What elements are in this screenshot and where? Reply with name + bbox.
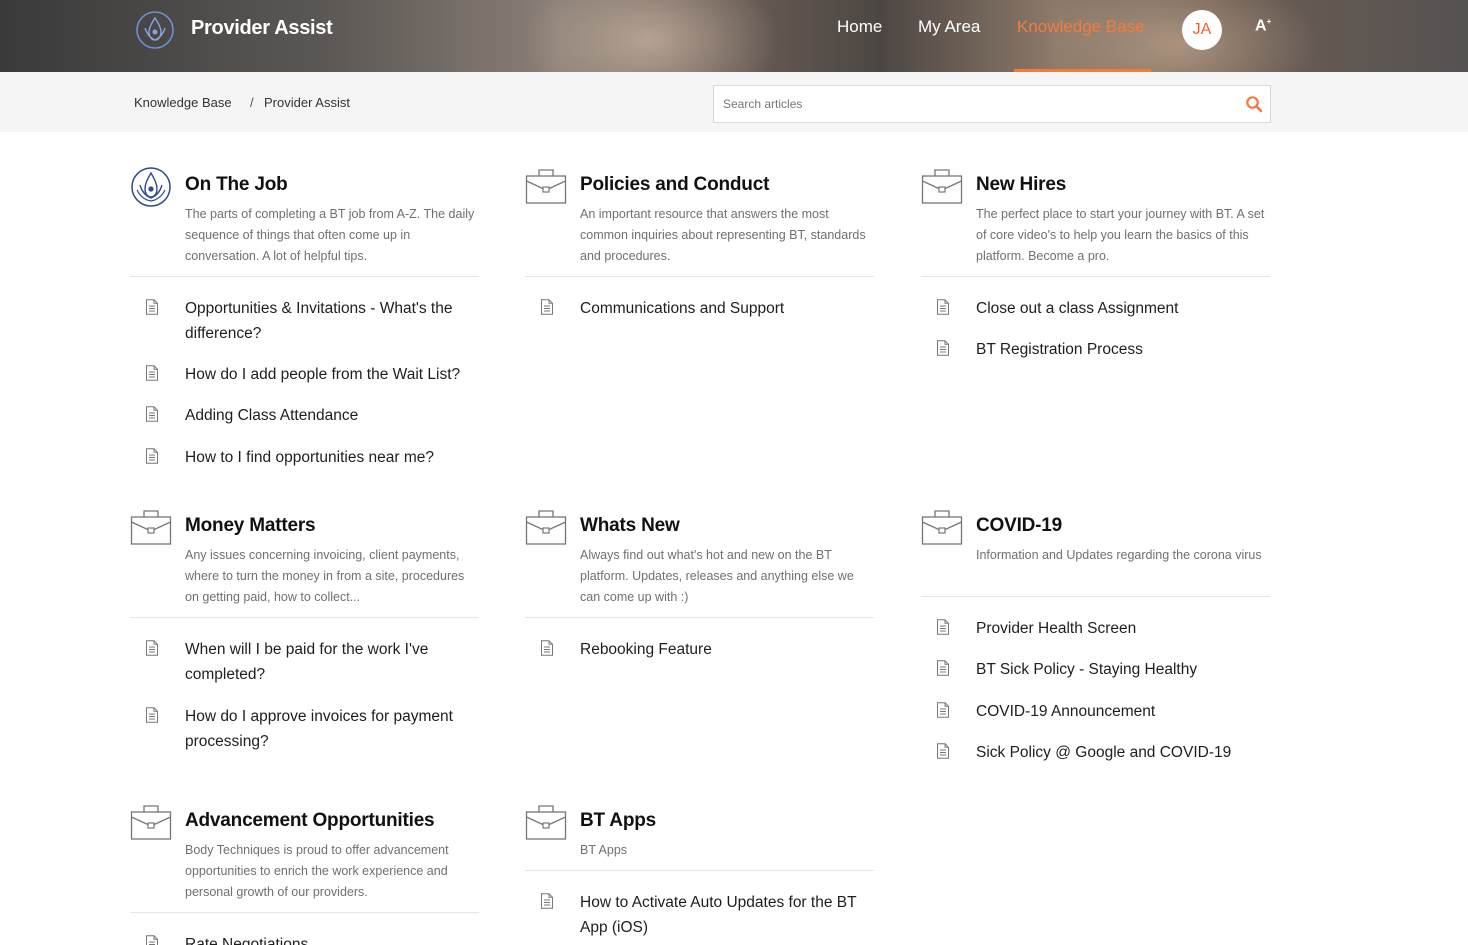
article-title[interactable]: Communications and Support [580,296,872,321]
article-title[interactable]: How do I add people from the Wait List? [185,362,477,387]
article-title[interactable]: How to I find opportunities near me? [185,445,477,470]
document-icon [937,660,949,676]
brand-logo-icon [131,167,171,207]
divider [525,870,874,871]
breadcrumb-search-bar: Knowledge Base / Provider Assist [0,72,1468,132]
document-icon [146,640,158,656]
document-icon [541,299,553,315]
divider [130,276,479,277]
article-title[interactable]: Rate Negotiations [185,932,477,945]
divider [921,276,1270,277]
document-icon [541,893,553,909]
document-icon [937,340,949,356]
document-icon [937,299,949,315]
briefcase-icon [921,510,963,545]
user-avatar[interactable]: JA [1182,10,1222,50]
document-icon [146,707,158,723]
search-icon[interactable] [1245,95,1263,113]
divider [921,596,1270,597]
document-icon [146,299,158,315]
category-description: Information and Updates regarding the co… [976,548,1262,562]
briefcase-icon [525,510,567,545]
article-title[interactable]: Provider Health Screen [976,616,1268,641]
nav-knowledge-base[interactable]: Knowledge Base [1017,17,1145,37]
article-title[interactable]: Opportunities & Invitations - What's the… [185,296,477,346]
breadcrumb-separator: / [250,95,254,110]
category-title[interactable]: BT Apps [580,810,656,832]
divider [130,912,479,913]
article-title[interactable]: Sick Policy @ Google and COVID-19 [976,740,1268,765]
category-title[interactable]: Advancement Opportunities [185,810,435,832]
article-title[interactable]: Rebooking Feature [580,637,872,662]
briefcase-icon [525,805,567,840]
category-title[interactable]: COVID-19 [976,515,1062,537]
briefcase-icon [130,805,172,840]
nav-my-area[interactable]: My Area [918,17,980,37]
accessibility-label: A [1255,17,1267,35]
article-title[interactable]: BT Registration Process [976,337,1268,362]
breadcrumb-knowledge-base[interactable]: Knowledge Base [134,95,232,110]
category-description: Body Techniques is proud to offer advanc… [185,843,449,899]
article-link[interactable]: Rate Negotiations [130,932,479,945]
document-icon [146,406,158,422]
category-description: The perfect place to start your journey … [976,207,1265,263]
article-title[interactable]: How to Activate Auto Updates for the BT … [580,890,872,940]
briefcase-icon [921,169,963,204]
header-background-photo [520,0,780,72]
document-icon [937,619,949,635]
divider [525,617,874,618]
category-description: Always find out what's hot and new on th… [580,548,854,604]
category-title[interactable]: On The Job [185,174,288,196]
document-icon [937,702,949,718]
brand-logo-icon[interactable] [135,10,175,50]
article-title[interactable]: When will I be paid for the work I've co… [185,637,477,687]
article-title[interactable]: BT Sick Policy - Staying Healthy [976,657,1268,682]
category-title[interactable]: Whats New [580,515,680,537]
plus-icon: + [1266,17,1272,26]
category-title[interactable]: New Hires [976,174,1066,196]
breadcrumb-provider-assist: Provider Assist [264,95,350,110]
category-description: An important resource that answers the m… [580,207,866,263]
document-icon [146,448,158,464]
search-box [713,85,1271,123]
article-title[interactable]: How do I approve invoices for payment pr… [185,704,477,754]
document-icon [146,935,158,945]
category-description: Any issues concerning invoicing, client … [185,548,465,604]
category-title[interactable]: Policies and Conduct [580,174,769,196]
document-icon [937,743,949,759]
document-icon [146,365,158,381]
top-navigation-bar: Provider Assist Home My Area Knowledge B… [0,0,1468,72]
briefcase-icon [525,169,567,204]
category-description: The parts of completing a BT job from A-… [185,207,475,263]
article-title[interactable]: COVID-19 Announcement [976,699,1268,724]
document-icon [541,640,553,656]
category-title[interactable]: Money Matters [185,515,316,537]
brand-name[interactable]: Provider Assist [191,17,333,40]
article-title[interactable]: Close out a class Assignment [976,296,1268,321]
divider [525,276,874,277]
article-title[interactable]: Adding Class Attendance [185,403,477,428]
category-description: BT Apps [580,843,628,857]
search-input[interactable] [723,94,1223,114]
accessibility-text-size-button[interactable]: A+ [1255,17,1271,35]
briefcase-icon [130,510,172,545]
divider [130,617,479,618]
nav-home[interactable]: Home [837,17,882,37]
